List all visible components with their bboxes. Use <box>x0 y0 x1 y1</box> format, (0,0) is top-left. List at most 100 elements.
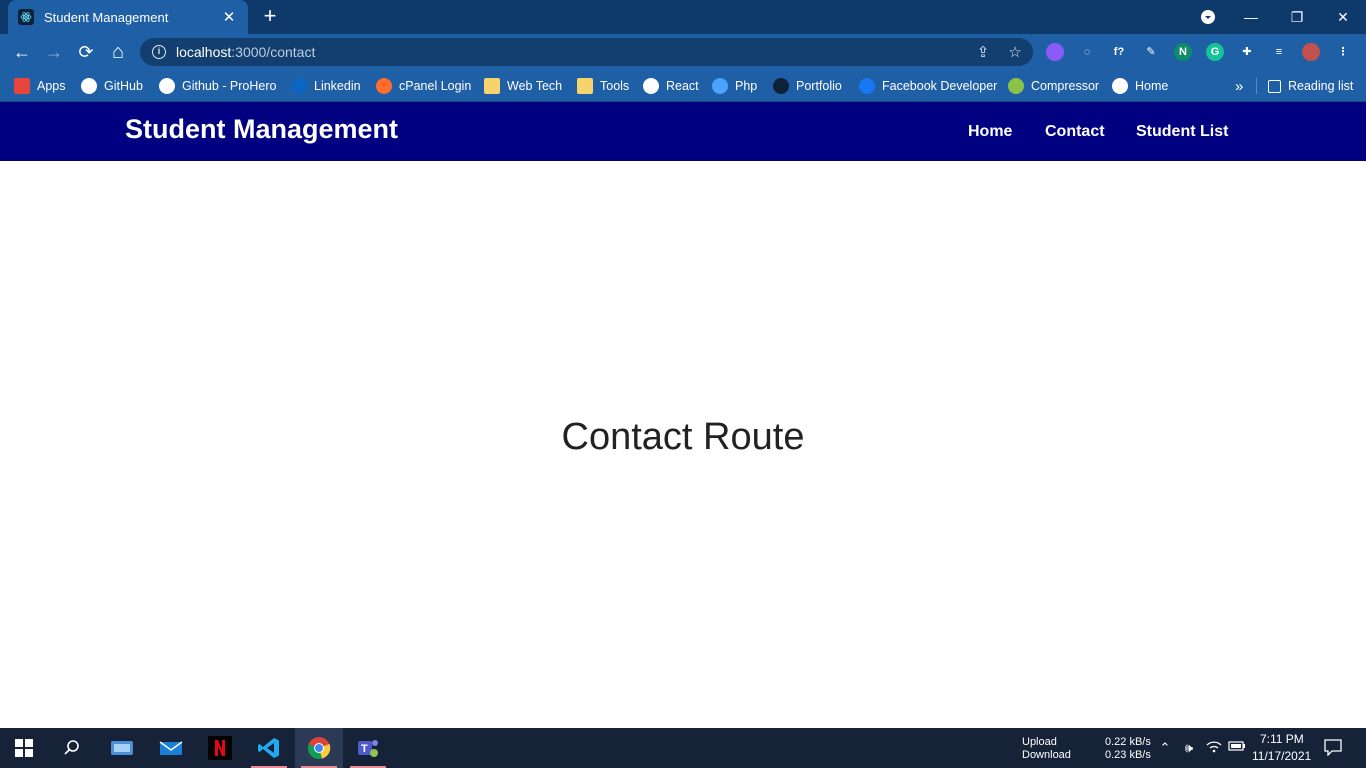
github-icon <box>643 78 659 94</box>
clock-date[interactable]: 11/17/2021 <box>1252 749 1311 763</box>
bookmark-home[interactable]: Home <box>1112 77 1168 95</box>
facebook-icon <box>859 78 875 94</box>
bookmark-linkedin[interactable]: Linkedin <box>291 77 361 95</box>
nav-link-contact[interactable]: Contact <box>1045 123 1105 141</box>
back-button[interactable]: ← <box>10 40 34 64</box>
clock-time[interactable]: 7:11 PM <box>1260 732 1304 746</box>
chevron-up-icon[interactable]: ⌃ <box>1156 739 1174 757</box>
extensions-puzzle-icon[interactable]: ✚ <box>1238 43 1256 61</box>
folder-icon <box>484 78 500 94</box>
reload-button[interactable]: ⟳ <box>74 40 98 64</box>
bookmark-github-prohero[interactable]: Github - ProHero <box>159 77 276 95</box>
page-heading: Contact Route <box>561 416 805 458</box>
close-window-button[interactable]: ✕ <box>1328 4 1358 30</box>
bookmark-react[interactable]: React <box>643 77 699 95</box>
linkedin-icon <box>291 78 307 94</box>
reading-mode-icon[interactable]: ≡ <box>1270 43 1288 61</box>
bookmark-label: Linkedin <box>314 79 361 93</box>
search-button[interactable] <box>48 728 96 768</box>
bookmark-label: cPanel Login <box>399 79 472 93</box>
tab-search-button[interactable] <box>1193 4 1223 30</box>
extension-circle-icon[interactable]: ◌ <box>1078 43 1096 61</box>
bookmark-label: React <box>666 79 699 93</box>
tab-title: Student Management <box>44 9 169 25</box>
netflix-icon <box>208 736 232 760</box>
upload-label: Upload <box>1022 736 1057 748</box>
wifi-icon[interactable] <box>1205 739 1223 757</box>
notifications-icon[interactable] <box>1324 738 1342 757</box>
tab-close-icon[interactable]: ✕ <box>220 8 238 26</box>
bookmark-php[interactable]: Php <box>712 77 757 95</box>
extension-pen-icon[interactable]: ✎ <box>1142 43 1160 61</box>
restore-button[interactable]: ❐ <box>1282 4 1312 30</box>
upload-rate: 0.22 kB/s <box>1105 736 1151 748</box>
react-icon <box>773 78 789 94</box>
bookmark-portfolio[interactable]: Portfolio <box>773 77 842 95</box>
github-icon <box>159 78 175 94</box>
minimize-button[interactable]: — <box>1236 4 1266 30</box>
volume-icon[interactable]: 🕪 <box>1180 739 1198 757</box>
grammarly-extension-icon[interactable]: G <box>1206 43 1224 61</box>
bookmarks-bar: Apps GitHub Github - ProHero Linkedin cPanel… <box>0 70 1366 102</box>
taskbar-chrome[interactable] <box>295 728 343 768</box>
bookmark-apps[interactable]: Apps <box>14 77 66 95</box>
search-icon <box>64 740 79 755</box>
reading-list-label: Reading list <box>1288 79 1354 93</box>
extension-purple-icon[interactable] <box>1046 43 1064 61</box>
bookmark-compressor[interactable]: Compressor <box>1008 77 1099 95</box>
menu-kebab-icon[interactable]: ⋮ <box>1334 43 1352 61</box>
nav-link-home[interactable]: Home <box>968 123 1012 141</box>
bookmark-tools[interactable]: Tools <box>577 77 629 95</box>
reading-list-button[interactable]: Reading list <box>1268 77 1353 95</box>
taskbar-teams[interactable]: T <box>344 728 392 768</box>
download-rate: 0.23 kB/s <box>1105 749 1151 761</box>
bookmark-web-tech[interactable]: Web Tech <box>484 77 562 95</box>
bookmark-label: Facebook Developer <box>882 79 998 93</box>
chrome-icon <box>307 737 331 760</box>
cloud-icon <box>712 78 728 94</box>
share-icon[interactable]: ⇪ <box>974 44 992 62</box>
folder-icon <box>577 78 593 94</box>
compressor-icon <box>1008 78 1024 94</box>
url-path: :3000/contact <box>231 44 316 60</box>
teams-icon: T <box>358 740 378 757</box>
taskbar-mail[interactable] <box>147 728 195 768</box>
extension-f-icon[interactable]: f? <box>1110 43 1128 61</box>
site-info-icon[interactable]: i <box>152 45 166 59</box>
forward-button[interactable]: → <box>42 40 66 64</box>
bookmark-github[interactable]: GitHub <box>81 77 143 95</box>
windows-logo-icon <box>15 739 33 757</box>
home-button[interactable]: ⌂ <box>106 40 130 64</box>
download-label: Download <box>1022 749 1071 761</box>
bookmarks-overflow-button[interactable]: » <box>1235 77 1243 95</box>
address-bar[interactable]: i localhost:3000/contact ⇪ ☆ <box>140 38 1033 66</box>
url-text[interactable]: localhost:3000/contact <box>176 44 315 60</box>
battery-icon[interactable] <box>1228 739 1246 757</box>
cpanel-icon <box>376 78 392 94</box>
url-host: localhost <box>176 44 232 60</box>
extension-n-icon[interactable]: N <box>1174 43 1192 61</box>
brand-title[interactable]: Student Management <box>125 114 398 145</box>
apps-grid-icon <box>14 78 30 94</box>
profile-avatar-icon[interactable] <box>1302 43 1320 61</box>
browser-tab[interactable]: Student Management ✕ <box>8 0 248 34</box>
taskbar-vscode[interactable] <box>245 728 293 768</box>
bookmark-label: Tools <box>600 79 630 93</box>
bookmark-label: Home <box>1135 79 1169 93</box>
bookmark-label: Apps <box>37 79 66 93</box>
start-button[interactable] <box>0 728 48 768</box>
bookmark-facebook-developer[interactable]: Facebook Developer <box>859 77 997 95</box>
globe-icon <box>1112 78 1128 94</box>
taskbar-netflix[interactable] <box>196 728 244 768</box>
windows-taskbar: T Upload Download 0.22 kB/s 0.23 kB/s ⌃ … <box>0 728 1366 768</box>
taskbar-explorer[interactable] <box>98 728 146 768</box>
bookmark-star-icon[interactable]: ☆ <box>1006 44 1024 62</box>
new-tab-button[interactable]: + <box>258 5 282 29</box>
bookmark-label: GitHub <box>104 79 143 93</box>
nav-link-student-list[interactable]: Student List <box>1136 123 1228 141</box>
bookmark-label: Compressor <box>1031 79 1100 93</box>
bookmark-cpanel-login[interactable]: cPanel Login <box>376 77 471 95</box>
main-content: Contact Route <box>0 161 1366 728</box>
reading-list-icon <box>1268 79 1281 93</box>
mail-icon <box>159 741 183 755</box>
